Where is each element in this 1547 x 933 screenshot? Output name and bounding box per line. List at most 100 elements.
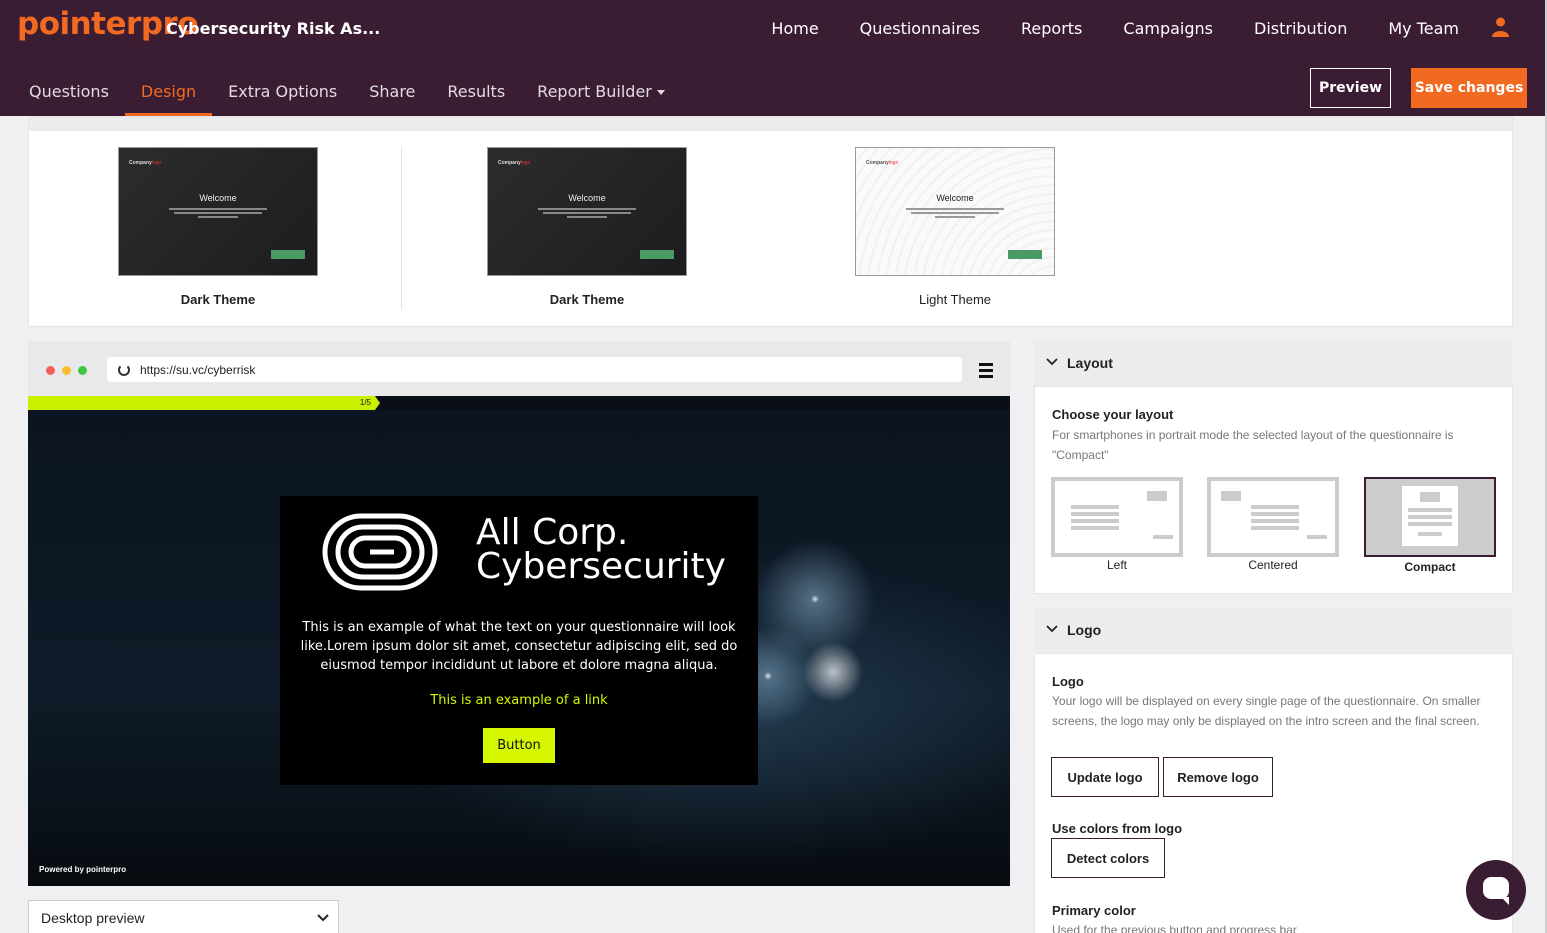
progress-text: 1/5	[359, 398, 371, 407]
layout-line	[1251, 526, 1299, 530]
device-preview-select[interactable]: Desktop preview	[28, 900, 339, 933]
browser-chrome: https://su.vc/cyberrisk	[28, 341, 1010, 396]
nav-reports[interactable]: Reports	[1021, 19, 1082, 38]
logo-title: Logo	[1052, 674, 1084, 689]
preview-button[interactable]: Preview	[1310, 68, 1391, 108]
layout-label-left: Left	[1106, 558, 1127, 572]
caret-down-icon	[656, 90, 665, 95]
theme-label: Light Theme	[918, 292, 992, 307]
intro-card: All Corp. Cybersecurity This is an examp…	[280, 496, 758, 785]
reload-icon	[118, 364, 130, 376]
theme-card[interactable]: Companylogo Welcome Light Theme	[855, 147, 1055, 307]
layout-option-centered[interactable]	[1207, 477, 1339, 557]
layout-block	[1153, 535, 1173, 539]
tab-share[interactable]: Share	[353, 62, 431, 116]
theme-label: Dark Theme	[549, 292, 625, 307]
theme-thumbnail[interactable]: Companylogo Welcome	[487, 147, 687, 276]
theme-thumbnail[interactable]: Companylogo Welcome	[118, 147, 318, 276]
tab-report-builder-label: Report Builder	[537, 82, 652, 101]
divider	[401, 147, 402, 310]
logo-section-body: Logo Your logo will be displayed on ever…	[1034, 653, 1513, 933]
layout-line	[1408, 515, 1452, 519]
intro-text: This is an example of what the text on y…	[300, 620, 738, 673]
nav-my-team[interactable]: My Team	[1388, 19, 1459, 38]
primary-color-description: Used for the previous button and progres…	[1052, 923, 1297, 933]
layout-line	[1408, 522, 1452, 526]
remove-logo-button[interactable]: Remove logo	[1163, 757, 1273, 797]
window-minimize-dot	[62, 366, 71, 375]
thumbnail-welcome: Welcome	[199, 193, 237, 203]
layout-block	[1420, 492, 1440, 502]
layout-line	[1071, 512, 1119, 516]
layout-label-centered: Centered	[1248, 558, 1298, 572]
thumbnail-text	[538, 206, 636, 220]
main-nav: Home Questionnaires Reports Campaigns Di…	[730, 19, 1459, 38]
example-button[interactable]: Button	[483, 728, 555, 763]
tab-design[interactable]: Design	[124, 62, 213, 116]
tab-extra-options[interactable]: Extra Options	[212, 62, 353, 116]
layout-option-left[interactable]	[1051, 477, 1183, 557]
thumbnail-welcome: Welcome	[936, 193, 974, 203]
theme-gallery-header	[29, 117, 1512, 131]
layout-line	[1071, 526, 1119, 530]
design-settings: Layout Choose your layout For smartphone…	[1034, 341, 1513, 933]
layout-block	[1307, 535, 1327, 539]
layout-block	[1147, 491, 1167, 501]
logo-section-label: Logo	[1067, 622, 1102, 638]
example-link[interactable]: This is an example of a link	[280, 693, 758, 708]
update-logo-button[interactable]: Update logo	[1051, 757, 1159, 797]
layout-section-header[interactable]: Layout	[1034, 341, 1513, 386]
layout-line	[1251, 505, 1299, 509]
theme-gallery: Companylogo Welcome Dark Theme Companylo…	[28, 116, 1513, 327]
window-zoom-dot	[78, 366, 87, 375]
tab-results[interactable]: Results	[431, 62, 521, 116]
chat-icon[interactable]	[1466, 860, 1526, 920]
corp-brand-name: All Corp. Cybersecurity	[476, 512, 726, 587]
tab-questions[interactable]: Questions	[13, 62, 125, 116]
nav-campaigns[interactable]: Campaigns	[1123, 19, 1213, 38]
thumbnail-logo: Companylogo	[498, 160, 531, 166]
layout-line	[1251, 519, 1299, 523]
logo-description: Your logo will be displayed on every sin…	[1052, 694, 1481, 728]
layout-option-compact[interactable]	[1364, 477, 1496, 557]
device-preview-value: Desktop preview	[41, 910, 145, 926]
menu-icon	[979, 363, 993, 381]
window-close-dot	[46, 366, 55, 375]
thumbnail-logo: Companylogo	[129, 160, 162, 166]
chevron-down-icon	[1046, 625, 1058, 633]
questionnaire-title: Cybersecurity Risk As...	[166, 19, 381, 38]
layout-title: Choose your layout	[1052, 407, 1174, 422]
layout-line	[1071, 519, 1119, 523]
sub-tabs: Questions Design Extra Options Share Res…	[13, 62, 681, 116]
questionnaire-preview: https://su.vc/cyberrisk 1/5 All Corp. Cy…	[28, 341, 1010, 886]
detect-colors-button[interactable]: Detect colors	[1051, 838, 1165, 878]
layout-description: For smartphones in portrait mode the sel…	[1052, 428, 1454, 462]
thumbnail-welcome: Welcome	[568, 193, 606, 203]
chevron-down-icon	[317, 914, 329, 922]
layout-label-compact: Compact	[1404, 560, 1456, 574]
logo-section-header[interactable]: Logo	[1034, 608, 1513, 653]
powered-by: Powered by pointerpro	[39, 865, 127, 874]
layout-block	[1221, 491, 1241, 501]
thumbnail-button	[271, 250, 305, 259]
nav-home[interactable]: Home	[771, 19, 818, 38]
progress-bar: 1/5	[28, 396, 380, 410]
nav-questionnaires[interactable]: Questionnaires	[860, 19, 980, 38]
theme-card[interactable]: Companylogo Welcome Dark Theme	[118, 147, 318, 307]
thumbnail-button	[1008, 250, 1042, 259]
theme-card[interactable]: Companylogo Welcome Dark Theme	[487, 147, 687, 307]
user-icon[interactable]	[1492, 17, 1509, 37]
top-navbar: pointerpro Cybersecurity Risk As... Home…	[0, 0, 1547, 116]
theme-label: Dark Theme	[180, 292, 256, 307]
url-bar: https://su.vc/cyberrisk	[107, 357, 962, 382]
nav-distribution[interactable]: Distribution	[1254, 19, 1347, 38]
corp-logo-icon	[322, 513, 438, 591]
layout-line	[1418, 532, 1442, 536]
save-changes-button[interactable]: Save changes	[1411, 68, 1527, 108]
thumbnail-button	[640, 250, 674, 259]
tab-report-builder[interactable]: Report Builder	[521, 62, 681, 116]
primary-color-title: Primary color	[1052, 903, 1136, 918]
layout-page	[1402, 486, 1458, 546]
layout-line	[1408, 508, 1452, 512]
theme-thumbnail[interactable]: Companylogo Welcome	[855, 147, 1055, 276]
